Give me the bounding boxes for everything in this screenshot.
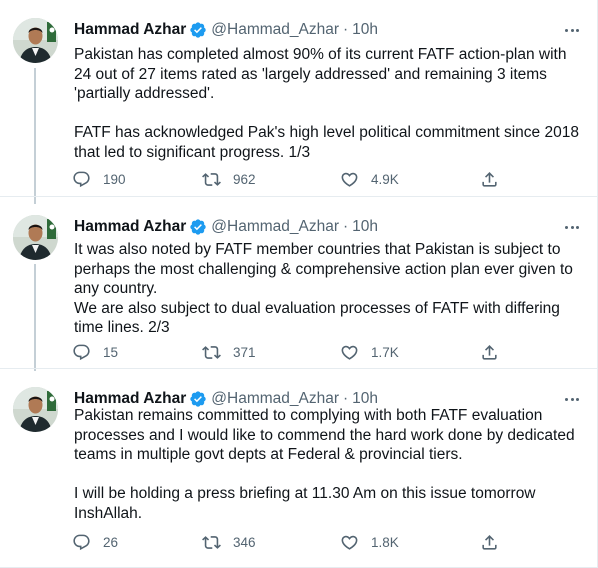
retweet-button[interactable]: 962 bbox=[202, 167, 256, 191]
avatar[interactable] bbox=[13, 387, 58, 432]
share-icon bbox=[482, 171, 497, 187]
avatar[interactable] bbox=[13, 215, 58, 260]
tweet-paragraph: Pakistan remains committed to complying … bbox=[74, 407, 575, 463]
tweet-paragraph: FATF has acknowledged Pak's high level p… bbox=[74, 124, 579, 161]
tweet-paragraph: I will be holding a press briefing at 11… bbox=[74, 485, 536, 522]
tweet-actions: 26 346 1.8K bbox=[72, 530, 512, 554]
like-heart-icon bbox=[341, 535, 358, 550]
share-button[interactable] bbox=[480, 167, 499, 191]
like-button[interactable]: 1.8K bbox=[340, 530, 399, 554]
reply-icon bbox=[73, 171, 90, 187]
retweet-count: 962 bbox=[233, 171, 256, 187]
retweet-icon bbox=[202, 345, 221, 359]
more-options-icon[interactable] bbox=[562, 20, 582, 40]
tweet-actions: 15 371 1.7K bbox=[72, 340, 512, 364]
reply-icon bbox=[73, 344, 90, 360]
verified-badge-icon bbox=[190, 219, 206, 235]
avatar-photo-icon bbox=[13, 18, 58, 63]
share-icon bbox=[482, 534, 497, 550]
author-name[interactable]: Hammad Azhar bbox=[74, 21, 186, 39]
tweet-paragraph: It was also noted by FATF member countri… bbox=[74, 241, 573, 336]
share-button[interactable] bbox=[480, 530, 499, 554]
retweet-button[interactable]: 346 bbox=[202, 530, 256, 554]
thread-connector-line bbox=[34, 68, 36, 204]
reply-count: 190 bbox=[103, 171, 126, 187]
tweet-text: Pakistan has completed almost 90% of its… bbox=[74, 45, 584, 162]
author-name[interactable]: Hammad Azhar bbox=[74, 218, 186, 236]
avatar-photo-icon bbox=[13, 215, 58, 260]
author-handle[interactable]: @Hammad_Azhar bbox=[211, 21, 339, 39]
retweet-button[interactable]: 371 bbox=[202, 340, 256, 364]
reply-icon bbox=[73, 534, 90, 550]
author-handle[interactable]: @Hammad_Azhar bbox=[211, 218, 339, 236]
tweet-paragraph: Pakistan has completed almost 90% of its… bbox=[74, 46, 567, 102]
like-button[interactable]: 1.7K bbox=[340, 340, 399, 364]
avatar-photo-icon bbox=[13, 387, 58, 432]
tweet-actions: 190 962 4.9K bbox=[72, 167, 512, 191]
thread-connector-line bbox=[34, 264, 36, 371]
like-count: 4.9K bbox=[371, 171, 399, 187]
header-separator: · bbox=[343, 21, 349, 38]
reply-button[interactable]: 26 bbox=[72, 530, 118, 554]
tweet-timestamp[interactable]: 10h bbox=[352, 21, 378, 39]
reply-count: 26 bbox=[103, 534, 119, 550]
reply-button[interactable]: 190 bbox=[72, 167, 126, 191]
tweet-3[interactable]: Hammad Azhar @Hammad_Azhar · 10h Pakista… bbox=[0, 369, 598, 567]
avatar[interactable] bbox=[13, 18, 58, 63]
like-heart-icon bbox=[341, 172, 358, 187]
reply-button[interactable]: 15 bbox=[72, 340, 118, 364]
share-icon bbox=[482, 344, 497, 360]
tweet-1[interactable]: Hammad Azhar @Hammad_Azhar · 10h Pakista… bbox=[0, 0, 598, 204]
retweet-count: 346 bbox=[233, 534, 256, 550]
like-count: 1.8K bbox=[371, 534, 399, 550]
retweet-icon bbox=[202, 535, 221, 549]
tweet-header: Hammad Azhar @Hammad_Azhar · 10h bbox=[74, 20, 378, 40]
like-button[interactable]: 4.9K bbox=[340, 167, 399, 191]
tweet-timestamp[interactable]: 10h bbox=[352, 218, 378, 236]
tweet-text: Pakistan remains committed to complying … bbox=[74, 406, 584, 523]
tweet-thread: Hammad Azhar @Hammad_Azhar · 10h Pakista… bbox=[0, 0, 598, 568]
header-separator: · bbox=[343, 218, 349, 235]
more-options-icon[interactable] bbox=[562, 217, 582, 237]
tweet-2[interactable]: Hammad Azhar @Hammad_Azhar · 10h It was … bbox=[0, 197, 598, 371]
tweet-header: Hammad Azhar @Hammad_Azhar · 10h bbox=[74, 217, 378, 237]
retweet-count: 371 bbox=[233, 344, 256, 360]
reply-count: 15 bbox=[103, 344, 119, 360]
retweet-icon bbox=[202, 172, 221, 186]
tweet-text: It was also noted by FATF member countri… bbox=[74, 240, 584, 338]
verified-badge-icon bbox=[190, 22, 206, 38]
like-count: 1.7K bbox=[371, 344, 399, 360]
share-button[interactable] bbox=[480, 340, 499, 364]
like-heart-icon bbox=[341, 345, 358, 360]
